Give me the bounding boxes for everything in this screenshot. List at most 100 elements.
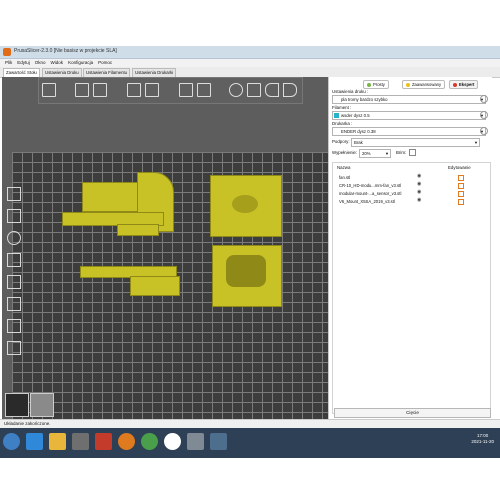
system-clock[interactable]: 17:00 2021-11-20: [471, 433, 494, 445]
media-icon[interactable]: [72, 433, 89, 450]
infill-value: 20%: [362, 151, 371, 156]
chevron-down-icon: ▼: [474, 140, 478, 145]
mode-expert-button[interactable]: Ekspert: [449, 80, 479, 89]
layers-icon[interactable]: [247, 83, 261, 97]
edit-icon[interactable]: [458, 183, 464, 189]
seam-icon[interactable]: [7, 319, 21, 333]
column-edit-header: Edytowanie: [448, 165, 471, 170]
mode-advanced-button[interactable]: Zaawansowany: [402, 80, 446, 89]
print-settings-value: pla tromy bardzo szybko: [341, 97, 388, 102]
list-item[interactable]: modular-mount-...a_sensor_v3.stl: [339, 191, 401, 196]
undo-icon[interactable]: [265, 83, 279, 97]
printer-gear-icon[interactable]: [480, 127, 488, 135]
edit-icon[interactable]: [458, 191, 464, 197]
brim-checkbox[interactable]: [409, 149, 416, 156]
move-icon[interactable]: [7, 187, 21, 201]
firefox-icon[interactable]: [118, 433, 135, 450]
rotate-icon[interactable]: [7, 231, 21, 245]
printer-combo[interactable]: ENDER dysz 0.38 ▼: [332, 127, 486, 136]
3d-viewport[interactable]: [2, 77, 328, 419]
window-title: PrusaSlicer-2.3.0 [Nie basisz w projekci…: [14, 48, 117, 54]
arrange-icon[interactable]: [93, 83, 107, 97]
model-fan-duct[interactable]: [57, 172, 187, 242]
filament-color-swatch: [334, 113, 339, 118]
tab-filament-settings[interactable]: Ustawienia Filamentu: [83, 68, 131, 77]
brim-label: Brim:: [396, 150, 407, 155]
app-red-icon[interactable]: [95, 433, 112, 450]
start-button[interactable]: [3, 433, 20, 450]
split-objects-icon[interactable]: [197, 83, 211, 97]
printer-value: ENDER dysz 0.38: [341, 129, 376, 134]
model-v6-mount[interactable]: [210, 175, 282, 237]
prusaslicer-taskbar-icon[interactable]: [164, 433, 181, 450]
eye-icon[interactable]: ◉: [417, 181, 421, 187]
print-settings-gear-icon[interactable]: [480, 95, 488, 103]
tab-printer-settings[interactable]: Ustawienia Drukarki: [132, 68, 177, 77]
print-settings-combo[interactable]: pla tromy bardzo szybko ▼: [332, 95, 486, 104]
ie-icon[interactable]: [26, 433, 43, 450]
edit-icon[interactable]: [458, 175, 464, 181]
menu-item-window[interactable]: Okno: [35, 60, 46, 65]
menu-item-edit[interactable]: Edytuj: [17, 60, 30, 65]
eye-icon[interactable]: ◉: [417, 197, 421, 203]
view-cube-3d[interactable]: [5, 393, 29, 417]
app-grey-icon[interactable]: [187, 433, 204, 450]
place-on-face-icon[interactable]: [7, 253, 21, 267]
top-toolbar: [38, 77, 303, 104]
menu-item-config[interactable]: Konfiguracja: [68, 60, 93, 65]
scale-icon[interactable]: [7, 209, 21, 223]
taskbar: 17:00 2021-11-20: [0, 428, 500, 458]
paint-supports-icon[interactable]: [7, 297, 21, 311]
filament-label: Filament :: [332, 105, 352, 110]
model-sensor-mount[interactable]: [80, 264, 180, 299]
list-item[interactable]: fan.stl: [339, 175, 350, 180]
layer-height-icon[interactable]: [7, 341, 21, 355]
infill-label: Wypełnienie:: [332, 150, 358, 155]
menu-item-view[interactable]: Widok: [51, 60, 64, 65]
paste-icon[interactable]: [145, 83, 159, 97]
filament-gear-icon[interactable]: [480, 111, 488, 119]
mode-expert-label: Ekspert: [459, 82, 475, 87]
app-icon: [3, 48, 11, 56]
left-toolbar: [4, 177, 24, 387]
copy-icon[interactable]: [127, 83, 141, 97]
supports-label: Podpory:: [332, 139, 350, 144]
object-list: Nazwa Edytowanie fan.stl ◉ CR-10_HD-modu…: [332, 162, 491, 414]
model-hotend-carriage[interactable]: [212, 245, 282, 307]
clock-date: 2021-11-20: [471, 439, 494, 444]
menu-item-help[interactable]: Pomoc: [98, 60, 112, 65]
right-sidebar: Prosty Zaawansowany Ekspert Ustawienia d…: [328, 77, 492, 419]
app-blue-icon[interactable]: [210, 433, 227, 450]
status-text: Układanie zakończone.: [4, 421, 51, 426]
slice-button[interactable]: Cięcie: [334, 408, 491, 418]
mode-advanced-dot: [406, 82, 410, 87]
explorer-icon[interactable]: [49, 433, 66, 450]
mode-simple-button[interactable]: Prosty: [363, 80, 389, 89]
infill-combo[interactable]: 20% ▼: [359, 149, 391, 158]
filament-combo[interactable]: wsder dysz 0.5 ▼: [332, 111, 486, 120]
edit-icon[interactable]: [458, 199, 464, 205]
mode-advanced-label: Zaawansowany: [412, 82, 442, 87]
menu-bar: Plik Edytuj Okno Widok Konfiguracja Pomoc: [0, 59, 500, 67]
add-instance-icon[interactable]: [179, 83, 193, 97]
redo-icon[interactable]: [283, 83, 297, 97]
eye-icon[interactable]: ◉: [417, 173, 421, 179]
chevron-down-icon: ▼: [385, 151, 389, 156]
view-cube-preview[interactable]: [30, 393, 54, 417]
menu-item-file[interactable]: Plik: [5, 60, 12, 65]
tab-print-settings[interactable]: Ustawienia Druku: [42, 68, 82, 77]
chrome-icon[interactable]: [141, 433, 158, 450]
mode-expert-dot: [453, 82, 457, 87]
eye-icon[interactable]: ◉: [417, 189, 421, 195]
supports-value: Brak: [354, 140, 363, 145]
supports-combo[interactable]: Brak ▼: [351, 138, 480, 147]
list-item[interactable]: V6_Mount_X5SA_2019_v3.stl: [339, 199, 395, 204]
delete-icon[interactable]: [75, 83, 89, 97]
cut-icon[interactable]: [7, 275, 21, 289]
tab-plater[interactable]: Zawartość Stołu: [3, 68, 40, 77]
search-icon[interactable]: [229, 83, 243, 97]
add-icon[interactable]: [42, 83, 56, 97]
column-name-header: Nazwa: [337, 165, 351, 170]
list-item[interactable]: CR-10_HD-modu...mm-fan_v3.stl: [339, 183, 401, 188]
print-settings-label: Ustawienia druku :: [332, 89, 369, 94]
